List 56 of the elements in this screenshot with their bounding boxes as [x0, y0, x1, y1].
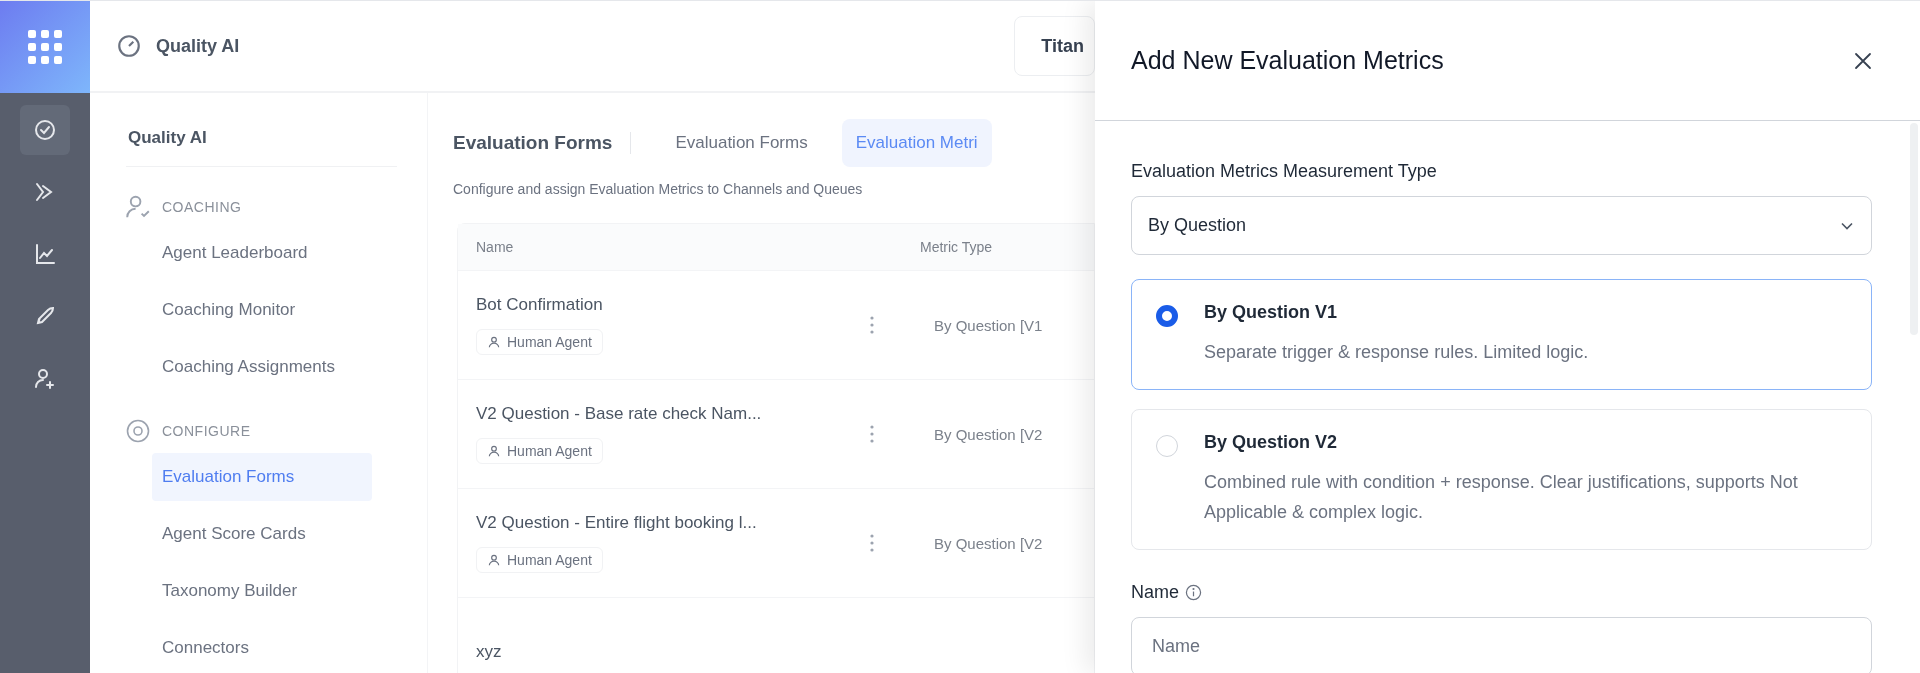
- tab[interactable]: Evaluation Forms: [661, 119, 822, 167]
- option-title: By Question V1: [1204, 302, 1339, 323]
- tag-label: Human Agent: [507, 334, 592, 350]
- section-heading: CONFIGURE: [162, 423, 251, 439]
- column-header: Name: [475, 239, 515, 255]
- tag-label: Human Agent: [507, 443, 592, 459]
- option-card[interactable]: By Question V1 Separate trigger & response rules. Limited logic.: [1131, 279, 1872, 390]
- info-icon[interactable]: [1185, 584, 1202, 601]
- metric-type: By Question [V2: [933, 425, 1043, 443]
- form-name[interactable]: V2 Question - Entire flight booking l...: [476, 513, 757, 533]
- form-name[interactable]: xyz: [476, 642, 502, 662]
- user-icon: [487, 553, 501, 567]
- name-input[interactable]: Name: [1131, 617, 1872, 673]
- tab[interactable]: Evaluation Metri: [841, 119, 992, 167]
- sidebar-item[interactable]: Coaching Monitor: [126, 286, 372, 334]
- app-launcher-button[interactable]: [0, 1, 90, 93]
- column-header: Metric Type: [919, 239, 993, 255]
- page-title: Evaluation Forms: [453, 132, 613, 154]
- kebab-menu-icon[interactable]: [870, 425, 874, 443]
- user-check-icon: [126, 195, 150, 219]
- kebab-menu-icon[interactable]: [870, 534, 874, 552]
- sidebar-item[interactable]: Agent Leaderboard: [126, 229, 372, 277]
- gear-icon: [126, 419, 150, 443]
- option-card[interactable]: By Question V2 Combined rule with condition + response. Clear justifications, supports Not Applicable & complex logic.: [1131, 409, 1872, 550]
- radio-button[interactable]: [1156, 305, 1178, 327]
- user-icon: [487, 335, 501, 349]
- metric-type: By Question [V1: [933, 316, 1043, 334]
- kebab-menu-icon[interactable]: [870, 316, 874, 334]
- rail-item[interactable]: [20, 105, 70, 155]
- field-label: Evaluation Metrics Measurement Type: [1131, 161, 1438, 182]
- chart-icon: [33, 242, 57, 266]
- sidebar-item[interactable]: Coaching Assignments: [126, 343, 372, 391]
- section-heading: COACHING: [162, 199, 242, 215]
- chevron-down-icon: [1841, 221, 1853, 230]
- grid-icon: [28, 30, 62, 64]
- sidebar-item[interactable]: Evaluation Forms: [152, 453, 372, 501]
- sidebar-item[interactable]: Taxonomy Builder: [126, 567, 372, 615]
- option-description: Separate trigger & response rules. Limited logic.: [1204, 341, 1589, 364]
- form-name[interactable]: Bot Confirmation: [476, 295, 603, 315]
- tag-label: Human Agent: [507, 552, 592, 568]
- workspace-button[interactable]: Titan: [1014, 16, 1095, 76]
- drawer-title: Add New Evaluation Metrics: [1131, 46, 1444, 75]
- option-title: By Question V2: [1204, 432, 1339, 453]
- form-name[interactable]: V2 Question - Base rate check Nam...: [476, 404, 762, 424]
- close-icon[interactable]: [1854, 51, 1872, 70]
- metric-type: By Question [V2: [933, 534, 1043, 552]
- user-icon: [487, 444, 501, 458]
- user-add-icon: [33, 366, 57, 390]
- page-description: Configure and assign Evaluation Metrics to Channels and Queues: [453, 181, 864, 197]
- sidebar-item[interactable]: Agent Score Cards: [126, 510, 372, 558]
- option-description: Combined rule with condition + response. Clear justifications, supports Not Applicable & complex logic.: [1204, 471, 1799, 524]
- sidebar-item[interactable]: Connectors: [126, 624, 372, 672]
- sidebar-title: Quality AI: [126, 93, 397, 167]
- measurement-type-select[interactable]: By Question: [1131, 196, 1872, 255]
- app-name: Quality AI: [156, 35, 240, 57]
- field-label: Name: [1131, 582, 1179, 603]
